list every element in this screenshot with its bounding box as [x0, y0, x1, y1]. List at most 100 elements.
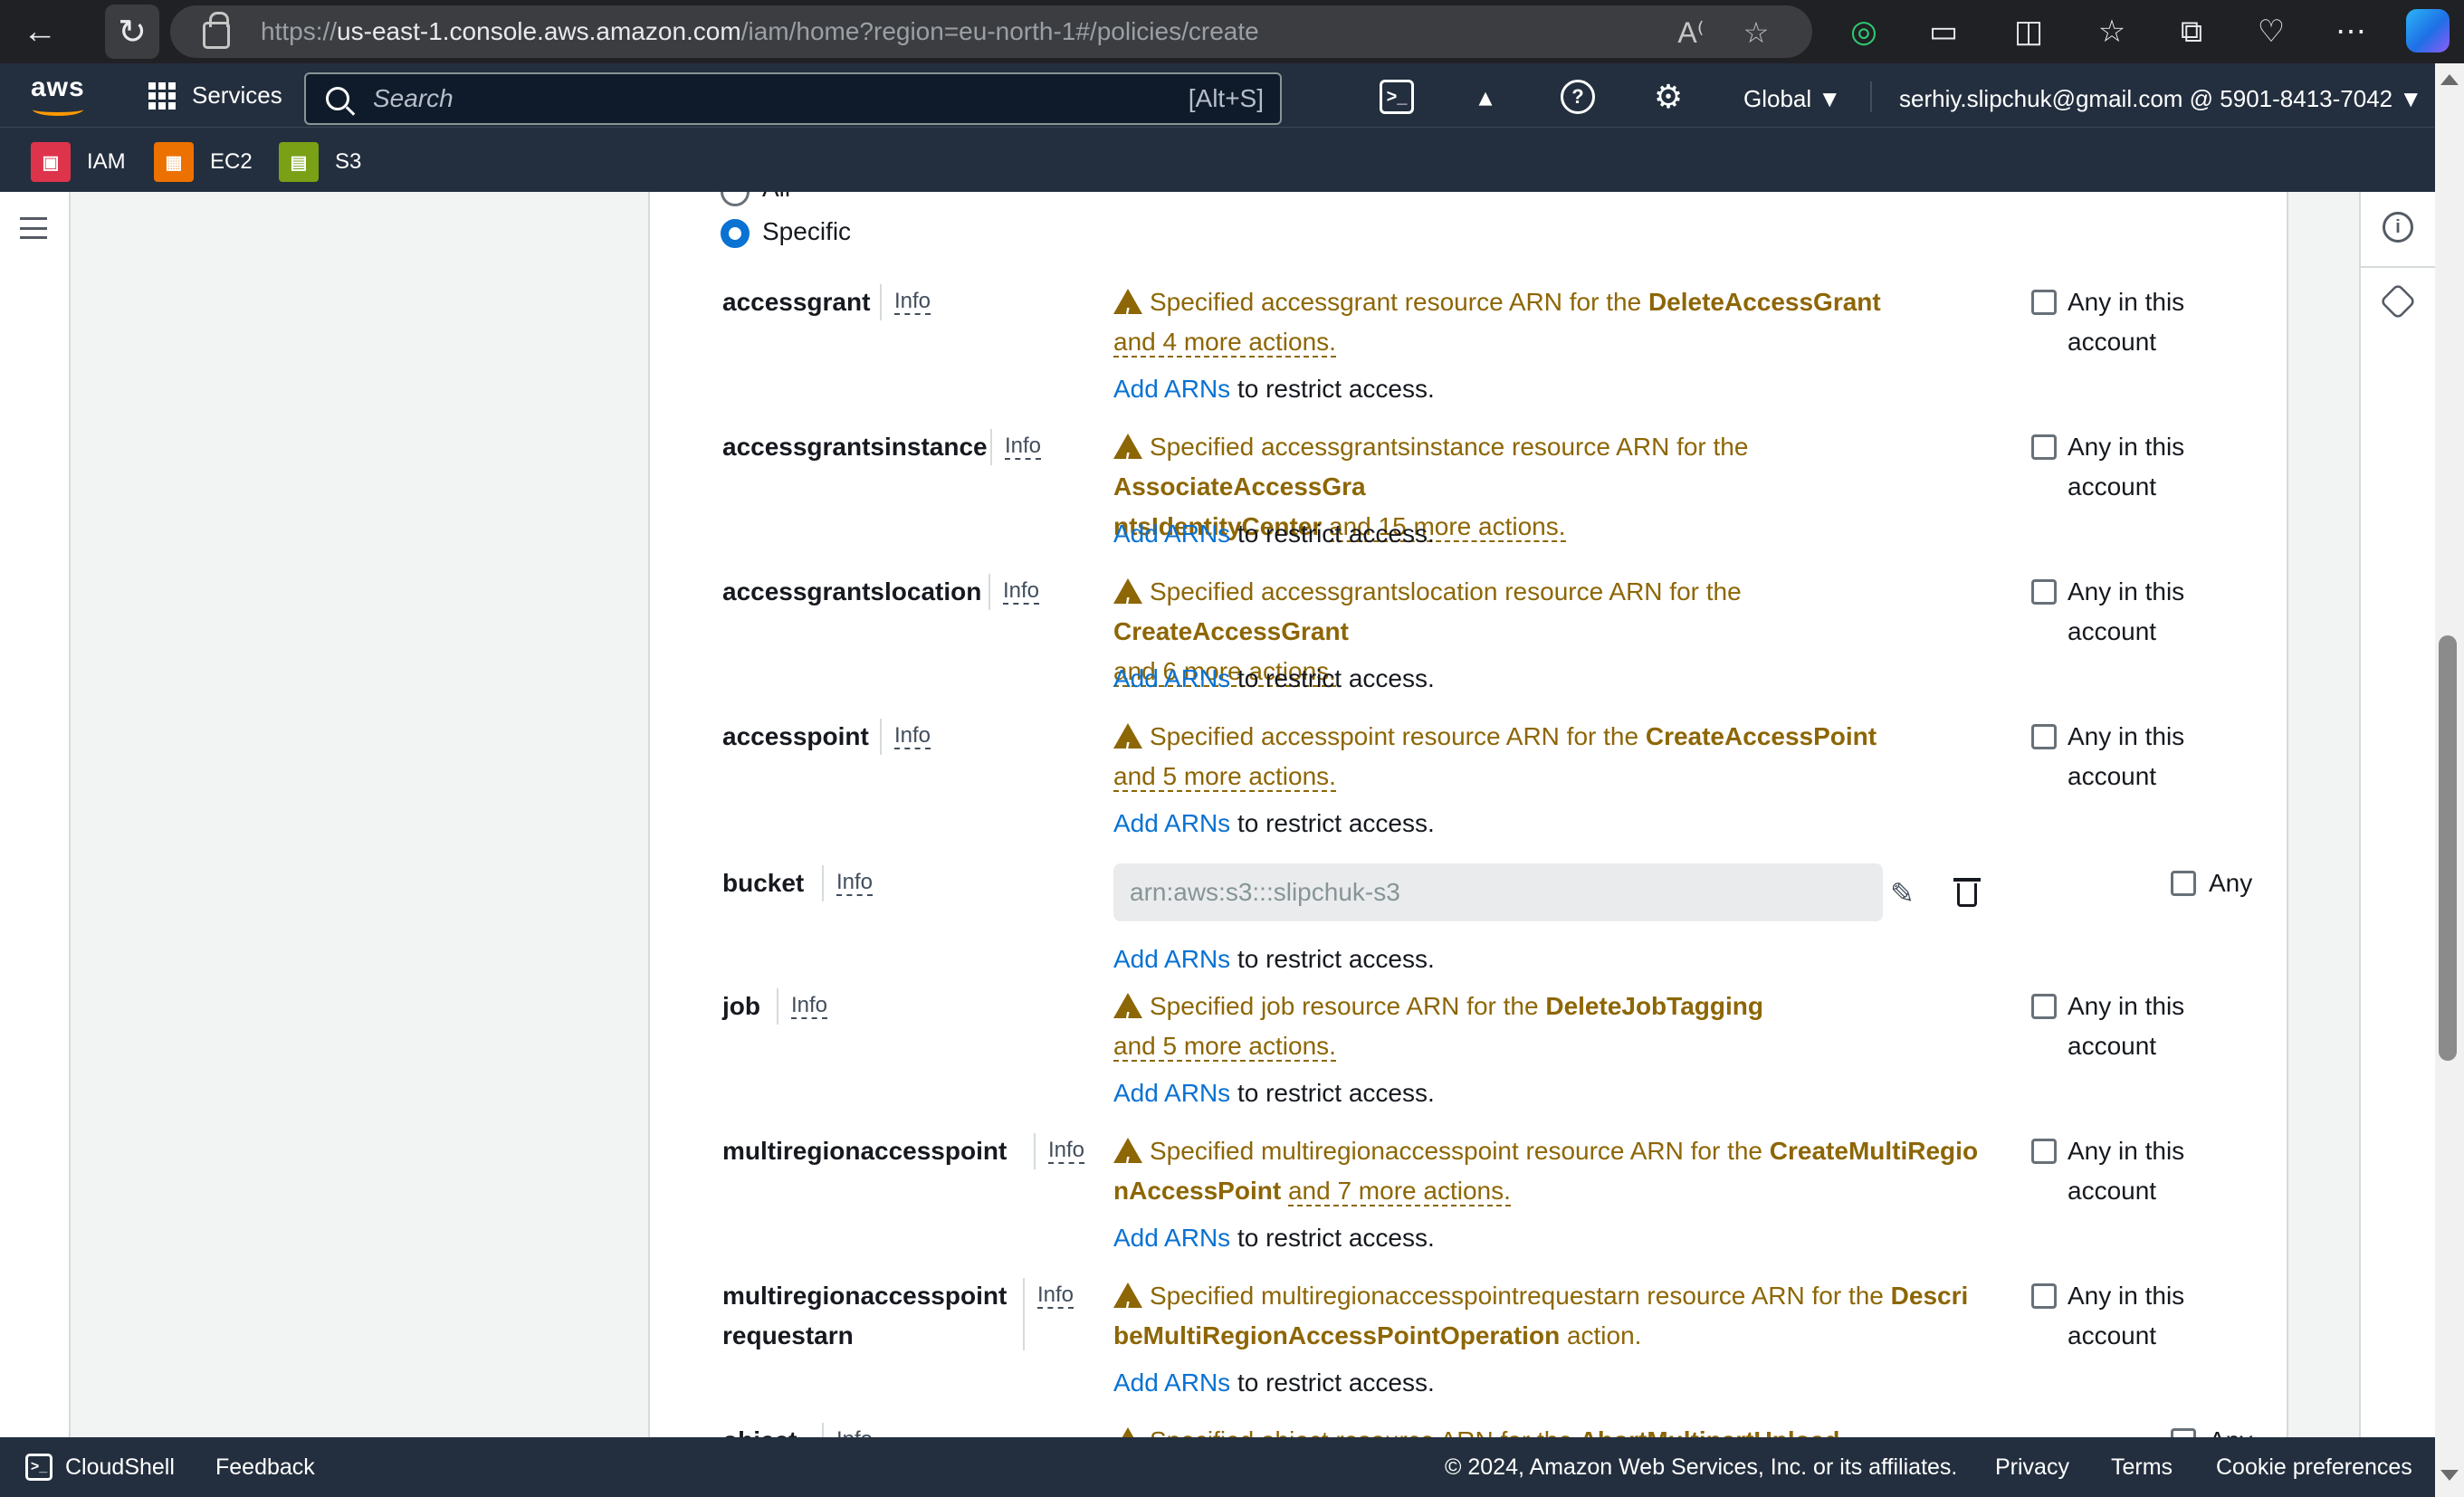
scroll-up-arrow-icon[interactable] — [2440, 74, 2459, 85]
address-bar[interactable]: https://us-east-1.console.aws.amazon.com… — [170, 5, 1812, 58]
warning-icon — [1113, 723, 1142, 768]
favorite-ec2[interactable]: ▦ EC2 — [154, 142, 253, 182]
add-arns-link[interactable]: Add ARNs — [1113, 809, 1230, 837]
search-shortcut: [Alt+S] — [1188, 84, 1264, 112]
iam-service-icon: ▣ — [31, 142, 71, 182]
info-link[interactable]: Info — [822, 1423, 874, 1437]
more-actions-link[interactable]: and 5 more actions. — [1113, 762, 1336, 792]
account-menu[interactable]: serhiy.slipchuk@gmail.com @ 5901-8413-70… — [1899, 85, 2422, 113]
radio-specific-label: Specific — [762, 217, 852, 245]
help-icon[interactable]: ? — [1561, 80, 1595, 114]
any-in-account-label: Any in this account — [2068, 433, 2185, 501]
search-input[interactable]: Search [Alt+S] — [304, 72, 1282, 125]
radio-specific[interactable] — [721, 219, 750, 248]
cloudshell-icon[interactable]: >_ — [1380, 80, 1414, 114]
browser-essentials-icon[interactable]: ♡ — [2250, 11, 2292, 52]
resource-name: object — [722, 1421, 797, 1437]
services-label: Services — [192, 81, 282, 109]
info-link[interactable]: Info — [880, 719, 931, 755]
browser-toolbar: ← ↻ https://us-east-1.console.aws.amazon… — [0, 0, 2464, 63]
edit-pencil-icon[interactable]: ✎ — [1890, 876, 1926, 912]
any-in-account-checkbox[interactable] — [2031, 1139, 2057, 1164]
bucket-arn-field[interactable]: arn:aws:s3:::slipchuk-s3 — [1113, 863, 1883, 921]
info-link[interactable]: Info — [1023, 1278, 1074, 1350]
add-arns-line: Add ARNs to restrict access. — [1113, 375, 1435, 403]
copilot-icon[interactable] — [2406, 9, 2450, 52]
favorite-star-icon[interactable]: ☆ — [1738, 14, 1774, 51]
scrollbar-thumb[interactable] — [2439, 635, 2457, 1061]
info-link[interactable]: Info — [1034, 1133, 1085, 1169]
privacy-link[interactable]: Privacy — [1995, 1454, 2069, 1481]
any-bucket-checkbox[interactable] — [2171, 871, 2196, 896]
resource-row-accessgrantslocation: accessgrantslocation Info Specified acce… — [650, 572, 2287, 717]
radio-all[interactable] — [721, 192, 750, 206]
add-arns-link[interactable]: Add ARNs — [1113, 375, 1230, 403]
favorite-iam[interactable]: ▣ IAM — [31, 142, 126, 182]
info-link[interactable]: Info — [777, 988, 828, 1025]
cookie-preferences-link[interactable]: Cookie preferences — [2216, 1454, 2412, 1481]
info-link[interactable]: Info — [822, 865, 874, 901]
extension-circle-icon[interactable]: ◎ — [1843, 11, 1885, 52]
any-in-account-checkbox[interactable] — [2031, 724, 2057, 749]
resources-panel: All Specific accessgrant Info Specified … — [648, 192, 2288, 1437]
add-arns-link[interactable]: Add ARNs — [1113, 1368, 1230, 1397]
any-in-account-checkbox[interactable] — [2031, 579, 2057, 605]
search-placeholder: Search — [373, 84, 454, 112]
more-actions-link[interactable]: and 4 more actions. — [1113, 328, 1336, 358]
menu-hamburger-icon[interactable] — [20, 217, 47, 239]
search-icon — [326, 87, 349, 110]
cloudshell-link[interactable]: CloudShell — [65, 1454, 175, 1481]
favorites-icon[interactable]: ☆ — [2091, 11, 2133, 52]
url-text[interactable]: https://us-east-1.console.aws.amazon.com… — [261, 17, 1259, 46]
notifications-hexagon-icon[interactable] — [2379, 282, 2417, 320]
resource-row-multiregionaccesspointrequestarn: multiregionaccesspointrequestarn Info Sp… — [650, 1276, 2287, 1421]
collections-icon[interactable]: ⧉ — [2171, 11, 2212, 52]
copyright-text: © 2024, Amazon Web Services, Inc. or its… — [1445, 1454, 1958, 1480]
info-link[interactable]: Info — [988, 574, 1040, 610]
any-label: Any — [2209, 869, 2253, 897]
add-arns-link[interactable]: Add ARNs — [1113, 664, 1230, 692]
more-menu-icon[interactable]: ⋯ — [2330, 11, 2372, 52]
any-in-account-label: Any in this account — [2068, 1137, 2185, 1205]
warning-message: Specified accesspoint resource ARN for t… — [1113, 717, 1982, 796]
info-link[interactable]: Info — [990, 429, 1042, 465]
notifications-bell-icon[interactable]: ▴ — [1468, 80, 1503, 114]
reload-icon[interactable]: ↻ — [105, 5, 159, 59]
split-screen-icon[interactable]: ◫ — [2008, 11, 2049, 52]
any-in-account-checkbox[interactable] — [2031, 1283, 2057, 1309]
any-in-account-checkbox[interactable] — [2031, 994, 2057, 1019]
feedback-link[interactable]: Feedback — [215, 1454, 315, 1481]
cloudshell-icon[interactable]: >_ — [25, 1454, 53, 1481]
warning-message: Specified accessgrant resource ARN for t… — [1113, 282, 1982, 362]
info-panel-icon[interactable]: i — [2383, 212, 2413, 243]
extensions-puzzle-icon[interactable]: ▭ — [1923, 11, 1964, 52]
add-arns-link[interactable]: Add ARNs — [1113, 520, 1230, 548]
s3-bucket-icon: ▤ — [279, 142, 319, 182]
info-link[interactable]: Info — [880, 284, 931, 320]
delete-trash-icon[interactable] — [1953, 874, 1981, 907]
warning-icon — [1113, 1427, 1142, 1437]
more-actions-link[interactable]: and 7 more actions. — [1287, 1177, 1511, 1206]
add-arns-link[interactable]: Add ARNs — [1113, 1224, 1230, 1252]
scroll-down-arrow-icon[interactable] — [2440, 1470, 2459, 1481]
terms-link[interactable]: Terms — [2111, 1454, 2173, 1481]
right-tools-rail: i — [2359, 192, 2437, 1437]
resource-row-accessgrant: accessgrant Info Specified accessgrant r… — [650, 282, 2287, 427]
more-actions-link[interactable]: and 5 more actions. — [1113, 1032, 1336, 1062]
aws-top-nav: aws Services Search [Alt+S] >_ ▴ ? ⚙ Glo… — [0, 63, 2435, 127]
add-arns-link[interactable]: Add ARNs — [1113, 1079, 1230, 1107]
add-arns-link[interactable]: Add ARNs — [1113, 945, 1230, 973]
settings-gear-icon[interactable]: ⚙ — [1651, 78, 1686, 115]
add-arns-line: Add ARNs to restrict access. — [1113, 1079, 1435, 1107]
any-in-account-checkbox[interactable] — [2031, 290, 2057, 315]
back-arrow-icon[interactable]: ← — [13, 5, 67, 59]
ec2-service-icon: ▦ — [154, 142, 194, 182]
aws-logo[interactable]: aws — [31, 72, 87, 118]
services-menu-button[interactable]: Services — [148, 81, 282, 110]
favorite-s3[interactable]: ▤ S3 — [279, 142, 361, 182]
any-in-account-checkbox[interactable] — [2031, 434, 2057, 460]
any-object-checkbox[interactable] — [2171, 1428, 2196, 1437]
region-selector[interactable]: Global ▼ — [1743, 85, 1841, 113]
lock-icon[interactable] — [203, 12, 230, 49]
read-aloud-icon[interactable]: A⁽ — [1673, 14, 1709, 51]
